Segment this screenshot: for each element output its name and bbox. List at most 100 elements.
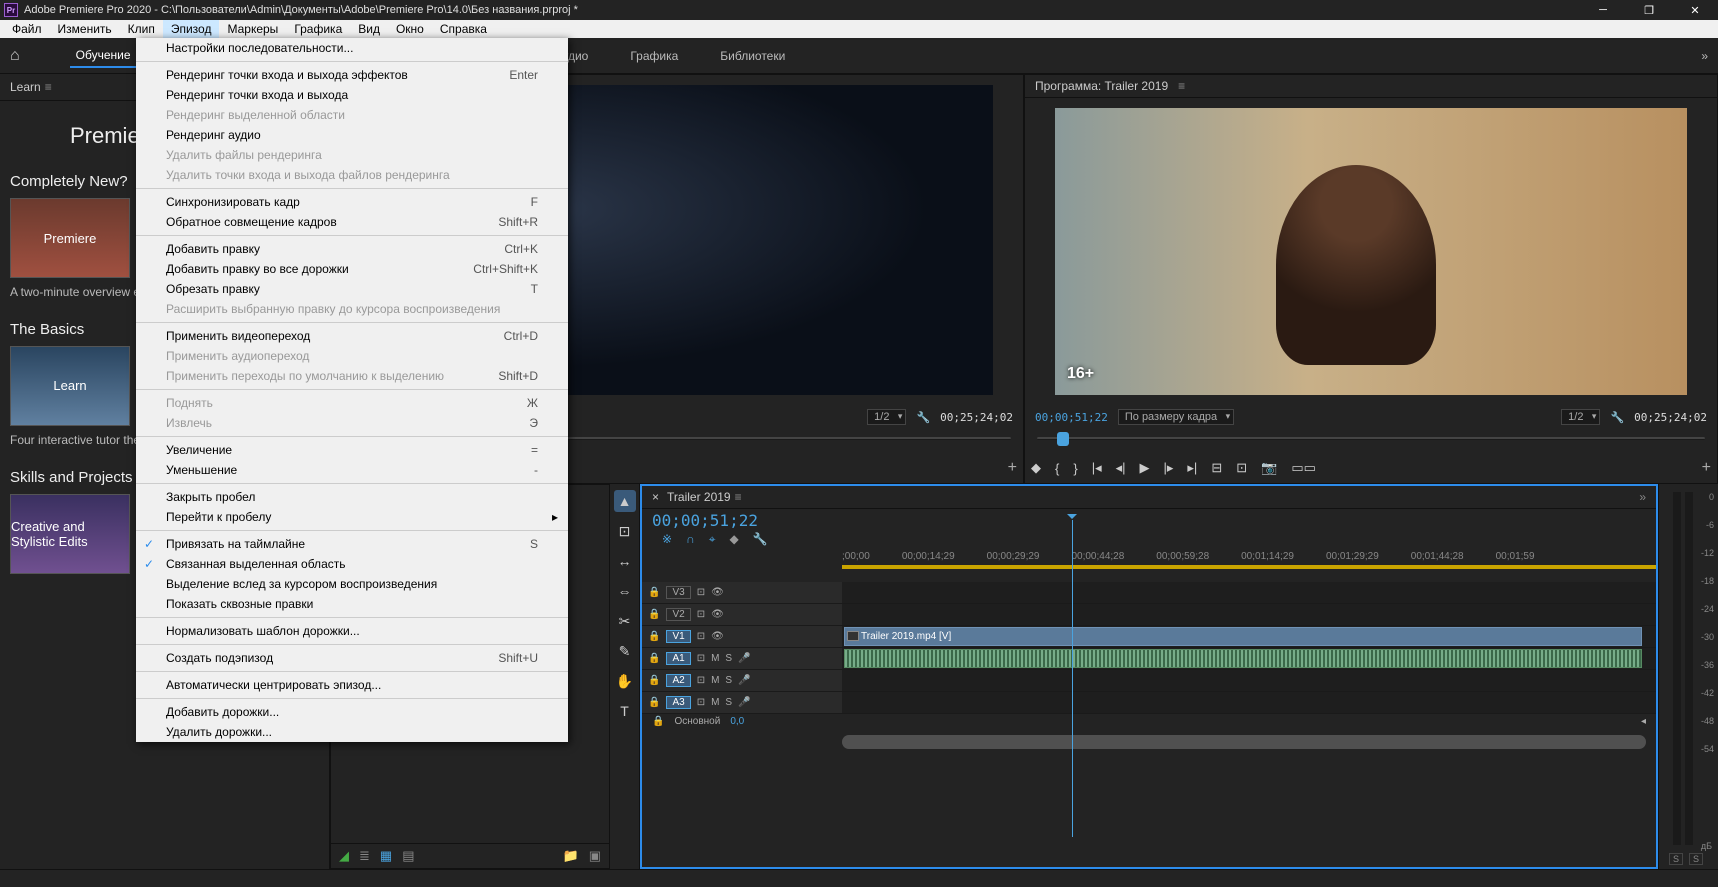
menu-item[interactable]: Обрезать правкуT [136, 279, 568, 299]
voice-icon[interactable]: 🎤 [738, 675, 750, 686]
solo-right-button[interactable]: S [1689, 853, 1703, 865]
menu-маркеры[interactable]: Маркеры [219, 20, 286, 38]
workspace-overflow-icon[interactable]: » [1701, 49, 1708, 63]
track-body[interactable] [842, 648, 1656, 669]
program-zoom-dropdown[interactable]: 1/2 [1561, 409, 1600, 425]
track-target-V3[interactable]: V3 [666, 586, 690, 599]
video-clip[interactable]: Trailer 2019.mp4 [V] [844, 627, 1642, 646]
menu-item[interactable]: Уменьшение- [136, 460, 568, 480]
menu-item[interactable]: Обратное совмещение кадровShift+R [136, 212, 568, 232]
workspace-tab-7[interactable]: Библиотеки [714, 45, 791, 67]
export-frame-button[interactable]: 📷 [1261, 460, 1277, 476]
menu-item[interactable]: Связанная выделенная область [136, 554, 568, 574]
program-fit-dropdown[interactable]: По размеру кадра [1118, 409, 1234, 425]
menu-клип[interactable]: Клип [120, 20, 163, 38]
solo-left-button[interactable]: S [1669, 853, 1683, 865]
track-target-V1[interactable]: V1 [666, 630, 690, 643]
menu-item[interactable]: Рендеринг аудио [136, 125, 568, 145]
menu-item[interactable]: Перейти к пробелу [136, 507, 568, 527]
tool-3[interactable]: ⇔ [614, 580, 636, 602]
timeline-ruler[interactable]: ;00;0000;00;14;2900;00;29;2900;00;44;280… [842, 551, 1656, 562]
sync-lock-icon[interactable]: ⊡ [697, 609, 705, 620]
snap-icon[interactable]: ※ [662, 532, 672, 547]
go-out-button[interactable]: ▸| [1187, 460, 1197, 476]
track-body[interactable]: Trailer 2019.mp4 [V] [842, 626, 1656, 647]
menu-вид[interactable]: Вид [350, 20, 388, 38]
sync-lock-icon[interactable]: ⊡ [697, 697, 705, 708]
menu-item[interactable]: Настройки последовательности... [136, 38, 568, 58]
program-current-tc[interactable]: 00;00;51;22 [1035, 411, 1108, 424]
menu-item[interactable]: Рендеринг точки входа и выхода [136, 85, 568, 105]
track-body[interactable] [842, 692, 1656, 713]
tool-2[interactable]: ↔ [614, 550, 636, 572]
source-zoom-dropdown[interactable]: 1/2 [867, 409, 906, 425]
step-fwd-button[interactable]: |▸ [1164, 460, 1174, 476]
lock-icon[interactable]: 🔒 [648, 675, 660, 686]
menu-item[interactable]: Добавить правку во все дорожкиCtrl+Shift… [136, 259, 568, 279]
menu-item[interactable]: Показать сквозные правки [136, 594, 568, 614]
track-target-A3[interactable]: A3 [666, 696, 690, 709]
menu-item[interactable]: Рендеринг точки входа и выхода эффектовE… [136, 65, 568, 85]
toggle-output-icon[interactable]: 👁 [711, 631, 724, 642]
menu-item[interactable]: Синхронизировать кадрF [136, 192, 568, 212]
tool-6[interactable]: ✋ [614, 670, 636, 692]
audio-clip[interactable] [844, 649, 1642, 668]
track-target-A2[interactable]: A2 [666, 674, 690, 687]
panel-chevron-icon[interactable]: » [1639, 490, 1646, 504]
track-target-A1[interactable]: A1 [666, 652, 690, 665]
mute-button[interactable]: M [711, 697, 719, 708]
track-target-V2[interactable]: V2 [666, 608, 690, 621]
tool-1[interactable]: ⊡ [614, 520, 636, 542]
menu-item[interactable]: Добавить дорожки... [136, 702, 568, 722]
tool-4[interactable]: ✂ [614, 610, 636, 632]
lift-button[interactable]: ⊟ [1211, 460, 1222, 476]
go-in-button[interactable]: |◂ [1092, 460, 1102, 476]
menu-item[interactable]: Создать подэпизодShift+U [136, 648, 568, 668]
tool-5[interactable]: ✎ [614, 640, 636, 662]
sync-lock-icon[interactable]: ⊡ [697, 653, 705, 664]
lock-icon[interactable]: 🔒 [648, 631, 660, 642]
maximize-button[interactable]: ❐ [1626, 0, 1672, 20]
solo-button[interactable]: S [725, 675, 732, 686]
playhead[interactable] [1072, 520, 1073, 837]
lock-icon[interactable]: 🔒 [652, 716, 664, 727]
track-body[interactable] [842, 670, 1656, 691]
add-marker-button[interactable]: ◆ [1031, 460, 1041, 476]
sync-lock-icon[interactable]: ⊡ [697, 675, 705, 686]
menu-item[interactable]: Выделение вслед за курсором воспроизведе… [136, 574, 568, 594]
menu-файл[interactable]: Файл [4, 20, 50, 38]
lock-icon[interactable]: 🔒 [648, 587, 660, 598]
toggle-output-icon[interactable]: 👁 [711, 609, 724, 620]
play-button[interactable]: ▶ [1140, 460, 1150, 476]
program-title[interactable]: Программа: Trailer 2019 [1025, 75, 1717, 98]
sync-lock-icon[interactable]: ⊡ [697, 587, 705, 598]
menu-изменить[interactable]: Изменить [50, 20, 120, 38]
sync-lock-icon[interactable]: ⊡ [697, 631, 705, 642]
tool-0[interactable]: ▲ [614, 490, 636, 512]
menu-справка[interactable]: Справка [432, 20, 495, 38]
mute-button[interactable]: M [711, 653, 719, 664]
step-back-button[interactable]: ◂| [1116, 460, 1126, 476]
add-marker-icon[interactable]: ◆ [729, 532, 738, 547]
mix-value[interactable]: 0,0 [730, 716, 744, 727]
menu-эпизод[interactable]: Эпизод [163, 20, 220, 38]
mute-button[interactable]: M [711, 675, 719, 686]
learn-thumb-overview[interactable]: Premiere [10, 198, 130, 278]
voice-icon[interactable]: 🎤 [738, 697, 750, 708]
track-body[interactable] [842, 582, 1656, 603]
timeline-current-tc[interactable]: 00;00;51;22 [652, 511, 758, 530]
home-icon[interactable]: ⌂ [10, 47, 20, 65]
menu-item[interactable]: Автоматически центрировать эпизод... [136, 675, 568, 695]
add-button-source[interactable]: + [1008, 459, 1017, 477]
mark-out-button[interactable]: } [1073, 461, 1077, 476]
lock-icon[interactable]: 🔒 [648, 653, 660, 664]
write-icon[interactable]: ◢ [339, 848, 349, 864]
freeform-icon[interactable]: ▤ [402, 848, 414, 864]
prev-keyframe-icon[interactable]: ◂ [1641, 716, 1646, 727]
menu-item[interactable]: Удалить дорожки... [136, 722, 568, 742]
timeline-hscroll[interactable] [842, 735, 1646, 749]
new-item-icon[interactable]: ▣ [589, 848, 601, 864]
minimize-button[interactable]: ─ [1580, 0, 1626, 20]
menu-item[interactable]: Добавить правкуCtrl+K [136, 239, 568, 259]
learn-thumb-skills[interactable]: Creative and Stylistic Edits [10, 494, 130, 574]
